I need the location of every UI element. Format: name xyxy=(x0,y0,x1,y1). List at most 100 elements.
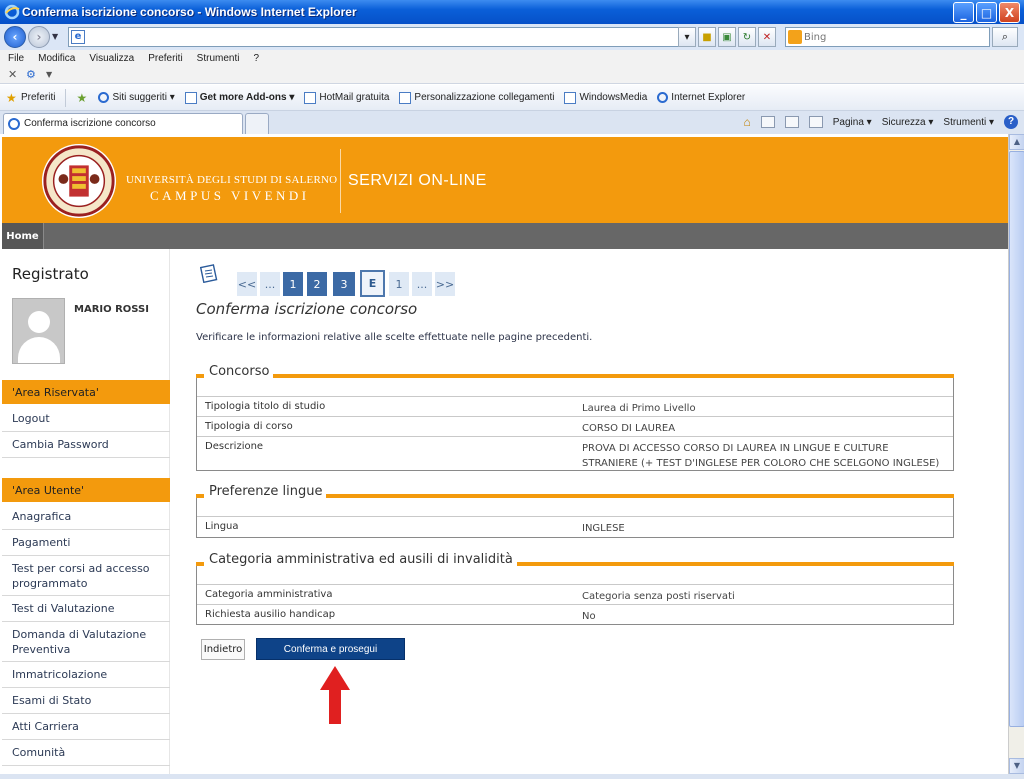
fav-label: Siti suggeriti ▾ xyxy=(112,92,175,103)
refresh-icon[interactable]: ↻ xyxy=(738,27,756,47)
back-button[interactable]: Indietro xyxy=(201,639,245,660)
fav-windowsmedia[interactable]: WindowsMedia xyxy=(564,91,647,104)
window-title: Conferma iscrizione concorso - Windows I… xyxy=(22,5,357,19)
home-icon[interactable]: ⌂ xyxy=(744,115,751,129)
table-row: Richiesta ausilio handicap No xyxy=(197,604,953,624)
favorites-bar: ★ Preferiti ★ Siti suggeriti ▾ Get more … xyxy=(0,85,1024,111)
area-utente-header: 'Area Utente' xyxy=(2,478,170,502)
search-box[interactable] xyxy=(785,27,990,47)
status-bar xyxy=(0,774,1024,779)
print-icon[interactable] xyxy=(808,116,823,128)
menu-modifica[interactable]: Modifica xyxy=(38,53,75,64)
row-label: Richiesta ausilio handicap xyxy=(205,609,336,620)
mail-icon[interactable] xyxy=(784,116,799,128)
web-page: UNIVERSITÀ DEGLI STUDI DI SALERNO CAMPUS… xyxy=(2,134,1008,774)
table-row: Lingua INGLESE xyxy=(197,516,953,537)
close-x-icon[interactable]: ✕ xyxy=(8,68,17,81)
home-link[interactable]: Home xyxy=(2,223,44,249)
sidebar-item-test-valutazione[interactable]: Test di Valutazione xyxy=(2,596,170,622)
row-value: No xyxy=(582,611,596,622)
menu-strumenti[interactable]: Strumenti xyxy=(197,53,240,64)
help-icon[interactable]: ? xyxy=(1004,115,1018,129)
sidebar-item-comunita[interactable]: Comunità xyxy=(2,740,170,766)
vertical-scrollbar[interactable]: ▲ ▼ xyxy=(1008,134,1024,774)
fav-internet-explorer[interactable]: Internet Explorer xyxy=(657,92,745,103)
menu-preferiti[interactable]: Preferiti xyxy=(148,53,182,64)
avatar-head xyxy=(28,311,50,333)
menu-strumenti-tools[interactable]: Strumenti ▾ xyxy=(943,117,994,128)
wizard-ellipsis-right: ... xyxy=(412,272,432,296)
fav-siti-suggeriti[interactable]: Siti suggeriti ▾ xyxy=(98,92,175,103)
stop-icon[interactable]: ✕ xyxy=(758,27,776,47)
row-label: Tipologia di corso xyxy=(205,421,293,432)
menu-visualizza[interactable]: Visualizza xyxy=(89,53,134,64)
bing-icon xyxy=(788,30,802,44)
compatibility-icon[interactable]: ▣ xyxy=(718,27,736,47)
menu-file[interactable]: File xyxy=(8,53,24,64)
scroll-thumb[interactable] xyxy=(1009,151,1024,727)
row-label: Categoria amministrativa xyxy=(205,589,333,600)
star-plus-icon: ★ xyxy=(76,90,88,105)
header-divider xyxy=(340,149,341,213)
fav-personalizzazione[interactable]: Personalizzazione collegamenti xyxy=(399,91,554,104)
wizard-step-1[interactable]: 1 xyxy=(283,272,303,296)
sidebar-item-domanda-valutazione[interactable]: Domanda di Valutazione Preventiva xyxy=(2,622,170,662)
sidebar-item-esami-stato[interactable]: Esami di Stato xyxy=(2,688,170,714)
history-dropdown-icon[interactable]: ▼ xyxy=(52,32,58,41)
address-input[interactable]: e xyxy=(68,27,693,47)
menu-sicurezza[interactable]: Sicurezza ▾ xyxy=(882,117,934,128)
menu-bar: File Modifica Visualizza Preferiti Strum… xyxy=(0,50,1024,66)
new-tab-button[interactable] xyxy=(245,113,269,134)
search-icon[interactable]: ⌕ xyxy=(992,27,1018,47)
section-legend: Categoria amministrativa ed ausili di in… xyxy=(204,552,517,567)
wizard-last-button[interactable]: >> xyxy=(435,272,455,296)
sidebar-item-anagrafica[interactable]: Anagrafica xyxy=(2,504,170,530)
minimize-button[interactable]: _ xyxy=(953,2,974,23)
sidebar-item-cambia-password[interactable]: Cambia Password xyxy=(2,432,170,458)
fav-hotmail[interactable]: HotMail gratuita xyxy=(304,91,389,104)
nav-strip: Home xyxy=(2,223,1008,249)
convert-dropdown-icon[interactable]: ▼ xyxy=(46,70,52,79)
table-row: Categoria amministrativa Categoria senza… xyxy=(197,584,953,604)
star-icon: ★ xyxy=(6,90,17,105)
ie-icon xyxy=(8,118,20,130)
page-icon xyxy=(564,91,577,104)
tab-active[interactable]: Conferma iscrizione concorso xyxy=(3,113,243,134)
tab-row: Conferma iscrizione concorso ⌂ Pagina ▾ … xyxy=(0,111,1024,134)
sidebar-item-test-accesso[interactable]: Test per corsi ad accesso programmato xyxy=(2,556,170,596)
forward-icon[interactable]: › xyxy=(28,26,50,48)
sidebar-item-logout[interactable]: Logout xyxy=(2,406,170,432)
sidebar-item-atti-carriera[interactable]: Atti Carriera xyxy=(2,714,170,740)
sidebar-item-immatricolazione[interactable]: Immatricolazione xyxy=(2,662,170,688)
tab-label: Conferma iscrizione concorso xyxy=(24,118,156,129)
sidebar-item-pagamenti[interactable]: Pagamenti xyxy=(2,530,170,556)
section-legend: Concorso xyxy=(204,364,274,379)
scroll-up-icon[interactable]: ▲ xyxy=(1009,134,1024,150)
menu-help[interactable]: ? xyxy=(253,53,259,64)
lock-icon[interactable]: ■ xyxy=(698,27,716,47)
page-icon: e xyxy=(71,30,85,44)
section-concorso: Concorso Tipologia titolo di studio Laur… xyxy=(196,364,954,471)
maximize-button[interactable]: □ xyxy=(976,2,997,23)
search-input[interactable] xyxy=(804,30,984,44)
feeds-icon[interactable] xyxy=(760,116,775,128)
wizard-step-3[interactable]: 3 xyxy=(333,272,355,296)
wizard-step-2[interactable]: 2 xyxy=(307,272,327,296)
wizard-first-button[interactable]: << xyxy=(237,272,257,296)
address-dropdown-icon[interactable]: ▾ xyxy=(678,27,696,47)
close-button[interactable]: X xyxy=(999,2,1020,23)
site-header: UNIVERSITÀ DEGLI STUDI DI SALERNO CAMPUS… xyxy=(2,137,1008,223)
wizard-step-next-1[interactable]: 1 xyxy=(389,272,409,296)
favorites-button[interactable]: ★ Preferiti xyxy=(6,92,55,104)
row-value: PROVA DI ACCESSO CORSO DI LAUREA IN LING… xyxy=(582,443,940,469)
scroll-down-icon[interactable]: ▼ xyxy=(1009,758,1024,774)
window-titlebar: Conferma iscrizione concorso - Windows I… xyxy=(0,0,1024,24)
convert-icon[interactable]: ⚙ xyxy=(26,68,36,81)
menu-pagina[interactable]: Pagina ▾ xyxy=(833,117,872,128)
page-title: Conferma iscrizione concorso xyxy=(196,300,418,318)
back-icon[interactable]: ‹ xyxy=(4,26,26,48)
confirm-button[interactable]: Conferma e prosegui xyxy=(256,638,405,660)
row-value: Laurea di Primo Livello xyxy=(582,403,696,414)
fav-get-more-addons[interactable]: Get more Add-ons ▾ xyxy=(184,91,294,104)
add-favorite-icon[interactable]: ★ xyxy=(76,92,88,104)
